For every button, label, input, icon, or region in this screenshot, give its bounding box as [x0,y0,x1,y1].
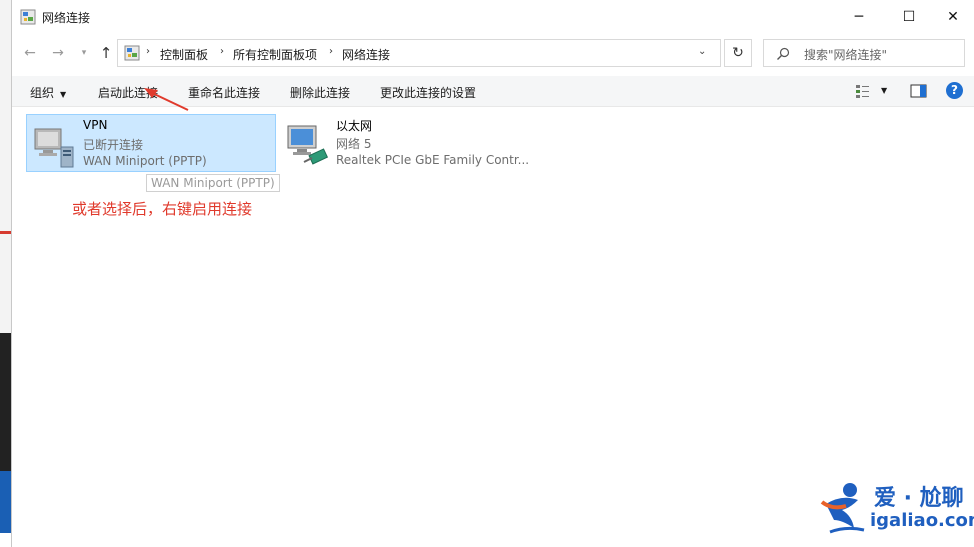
breadcrumb-separator[interactable]: › [329,46,333,57]
background-window-strip [0,0,11,547]
preview-pane-icon[interactable] [910,83,928,99]
ethernet-connection-icon [287,125,329,165]
breadcrumb-separator[interactable]: › [146,46,150,57]
connection-status: 网络 5 [336,137,372,151]
search-icon [777,47,790,60]
chevron-down-icon: ▼ [60,90,67,99]
connection-name: 以太网 [336,119,373,133]
address-history-dropdown[interactable]: ⌄ [698,46,706,57]
organize-label: 组织 [30,86,55,100]
watermark-domain: igaliao.com [870,510,974,531]
minimize-button[interactable]: ─ [836,0,882,34]
close-button[interactable]: ✕ [930,0,974,34]
chevron-down-icon[interactable]: ▼ [881,86,887,95]
help-icon[interactable]: ? [946,82,963,99]
watermark-logo-icon [820,483,865,534]
explorer-window: 网络连接 ─ ☐ ✕ ← → ▾ ↑ › 控制面板 › 所有控制面板项 › 网络… [11,0,974,547]
delete-connection-button[interactable]: 删除此连接 [290,84,350,101]
back-button[interactable]: ← [20,43,40,63]
recent-locations-button[interactable]: ▾ [74,43,94,63]
device-tooltip: WAN Miniport (PPTP) [146,174,280,192]
connection-device: Realtek PCIe GbE Family Contr... [336,153,530,167]
connection-status: 已断开连接 [83,138,144,152]
connection-device: WAN Miniport (PPTP) [83,154,207,168]
network-connections-icon [20,9,36,25]
change-settings-button[interactable]: 更改此连接的设置 [380,84,476,101]
connection-item-ethernet[interactable]: 以太网 网络 5 Realtek PCIe GbE Family Contr..… [280,114,530,172]
address-bar[interactable]: › 控制面板 › 所有控制面板项 › 网络连接 ⌄ [117,39,721,67]
annotation-text: 或者选择后，右键启用连接 [72,200,253,218]
breadcrumb-separator[interactable]: › [220,46,224,57]
organize-menu[interactable]: 组织 ▼ [30,84,66,101]
connection-item-vpn[interactable]: VPN 已断开连接 WAN Miniport (PPTP) [26,114,276,172]
refresh-button[interactable]: ↻ [724,39,752,67]
up-button[interactable]: ↑ [96,43,116,63]
window-title: 网络连接 [42,11,91,25]
title-bar[interactable]: 网络连接 ─ ☐ ✕ [12,0,974,34]
search-input[interactable]: 搜索"网络连接" [763,39,965,67]
watermark-title: 爱 · 尬聊 [874,486,964,511]
view-options-icon[interactable] [855,83,871,99]
navigation-bar: ← → ▾ ↑ › 控制面板 › 所有控制面板项 › 网络连接 ⌄ ↻ 搜索"网… [12,37,974,69]
breadcrumb-network-connections[interactable]: 网络连接 [342,46,390,63]
search-placeholder: 搜索"网络连接" [804,48,888,62]
connection-name: VPN [83,118,108,132]
forward-button[interactable]: → [48,43,68,63]
control-panel-icon [124,45,140,61]
rename-connection-button[interactable]: 重命名此连接 [188,84,260,101]
annotation-arrow-icon [144,88,189,111]
breadcrumb-all-items[interactable]: 所有控制面板项 [233,46,317,63]
site-watermark: 爱 · 尬聊 igaliao.com [820,478,974,540]
maximize-button[interactable]: ☐ [886,0,932,34]
vpn-connection-icon [34,128,74,168]
breadcrumb-control-panel[interactable]: 控制面板 [160,46,208,63]
